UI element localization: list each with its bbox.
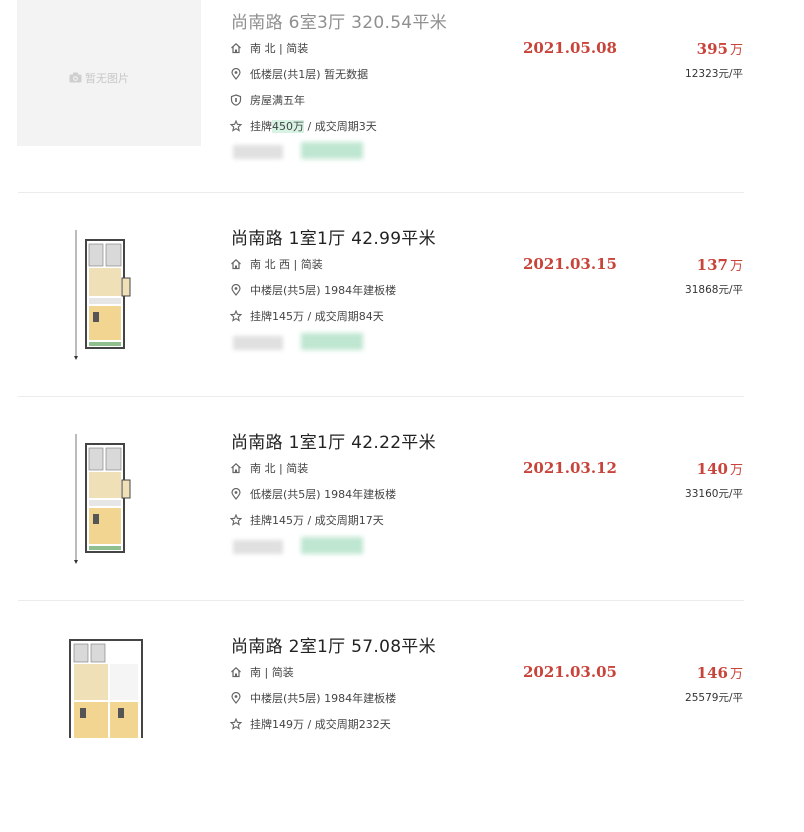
floor-text: 中楼层(共5层) 1984年建板楼 — [250, 692, 397, 705]
orientation-row: 南 北 西 | 简装 — [230, 256, 323, 272]
orientation-row: 南 北 | 简装 — [230, 40, 308, 56]
deal-cycle-text: / 成交周期84天 — [304, 310, 384, 323]
deal-cycle-text: / 成交周期232天 — [304, 718, 391, 731]
orientation-text: 南 北 | 简装 — [250, 42, 309, 55]
star-icon — [230, 310, 242, 322]
floor-row: 中楼层(共5层) 1984年建板楼 — [230, 282, 396, 298]
unit-price: 25579元/平 — [685, 692, 743, 704]
blurred-contact-button[interactable] — [301, 537, 363, 554]
total-price-value: 146 — [696, 664, 728, 682]
total-price-unit: 万 — [729, 463, 743, 478]
listing-title[interactable]: 尚南路 1室1厅 42.22平米 — [231, 428, 436, 453]
floor-row: 低楼层(共1层) 暂无数据 — [230, 66, 368, 82]
listing-title[interactable]: 尚南路 2室1厅 57.08平米 — [231, 632, 436, 657]
total-price-unit: 万 — [729, 667, 743, 682]
total-price-unit: 万 — [729, 259, 743, 274]
tag-text: 房屋满五年 — [250, 94, 305, 107]
floor-plan-image[interactable] — [62, 634, 154, 738]
unit-price: 33160元/平 — [685, 488, 743, 500]
listing-item[interactable]: 尚南路 1室1厅 42.99平米 南 北 西 | 简装 中楼层(共5层) 198… — [0, 220, 804, 424]
orientation-row: 南 | 简装 — [230, 664, 294, 680]
listing-price-row: 挂牌149万 / 成交周期232天 — [230, 716, 391, 732]
orientation-row: 南 北 | 简装 — [230, 460, 308, 476]
home-icon — [231, 258, 241, 270]
unit-price: 12323元/平 — [685, 68, 743, 80]
blurred-agent-info — [233, 145, 283, 159]
orientation-text: 南 北 西 | 简装 — [250, 258, 323, 271]
floor-text: 低楼层(共5层) 1984年建板楼 — [250, 488, 397, 501]
blurred-agent-info — [233, 540, 283, 554]
orientation-text: 南 | 简装 — [250, 666, 294, 679]
floor-plan-image[interactable] — [70, 430, 136, 566]
listing-price-label: 挂牌145万 — [250, 514, 304, 527]
listing-divider — [18, 192, 744, 193]
blurred-contact-button[interactable] — [301, 142, 363, 159]
star-icon — [230, 718, 242, 730]
total-price: 395 万 — [697, 39, 743, 58]
listing-title[interactable]: 尚南路 1室1厅 42.99平米 — [231, 224, 436, 249]
listing-item[interactable]: 尚南路 1室1厅 42.22平米 南 北 | 简装 低楼层(共5层) 1984年… — [0, 424, 804, 628]
home-icon — [231, 462, 241, 474]
total-price-value: 395 — [696, 40, 728, 58]
orientation-text: 南 北 | 简装 — [250, 462, 309, 475]
deal-cycle-text: / 成交周期17天 — [304, 514, 384, 527]
deal-cycle-text: / 成交周期3天 — [304, 120, 377, 133]
no-image-text: 暂无图片 — [85, 72, 129, 85]
listing-item[interactable]: 暂无图片 尚南路 6室3厅 320.54平米 南 北 | 简装 低楼层(共1层)… — [0, 0, 804, 204]
total-price-unit: 万 — [729, 43, 743, 58]
floor-row: 中楼层(共5层) 1984年建板楼 — [230, 690, 396, 706]
unit-price: 31868元/平 — [685, 284, 743, 296]
floor-text: 低楼层(共1层) 暂无数据 — [250, 68, 369, 81]
total-price: 146 万 — [697, 663, 743, 682]
location-pin-icon — [231, 68, 241, 80]
listing-price-highlight: 450万 — [272, 120, 304, 133]
star-icon — [230, 120, 242, 132]
listing-price-label: 挂牌145万 — [250, 310, 304, 323]
listing-divider — [18, 396, 744, 397]
deal-date: 2021.05.08 — [523, 39, 617, 57]
star-icon — [230, 514, 242, 526]
deal-date: 2021.03.05 — [523, 663, 617, 681]
blurred-contact-button[interactable] — [301, 333, 363, 350]
floor-plan-image[interactable] — [70, 226, 136, 362]
no-image-placeholder[interactable]: 暂无图片 — [17, 0, 201, 146]
listing-item[interactable]: 尚南路 2室1厅 57.08平米 南 | 简装 中楼层(共5层) 1984年建板… — [0, 628, 804, 832]
listing-price-label: 挂牌 — [250, 120, 272, 133]
deal-date: 2021.03.15 — [523, 255, 617, 273]
total-price: 137 万 — [697, 255, 743, 274]
listing-price-label: 挂牌149万 — [250, 718, 304, 731]
deal-date: 2021.03.12 — [523, 459, 617, 477]
total-price-value: 137 — [696, 256, 728, 274]
listing-price-row: 挂牌450万 / 成交周期3天 — [230, 118, 377, 134]
floor-text: 中楼层(共5层) 1984年建板楼 — [250, 284, 397, 297]
listing-price-row: 挂牌145万 / 成交周期17天 — [230, 512, 384, 528]
total-price-value: 140 — [696, 460, 728, 478]
listing-price-row: 挂牌145万 / 成交周期84天 — [230, 308, 384, 324]
location-pin-icon — [231, 284, 241, 296]
home-icon — [231, 42, 241, 54]
listing-title[interactable]: 尚南路 6室3厅 320.54平米 — [231, 8, 447, 33]
floor-row: 低楼层(共5层) 1984年建板楼 — [230, 486, 396, 502]
listing-divider — [18, 600, 744, 601]
total-price: 140 万 — [697, 459, 743, 478]
blurred-agent-info — [233, 336, 283, 350]
location-pin-icon — [231, 488, 241, 500]
tag-row: 房屋满五年 — [230, 92, 305, 108]
home-icon — [231, 666, 241, 678]
location-pin-icon — [231, 692, 241, 704]
camera-icon — [69, 72, 82, 83]
shield-icon — [230, 94, 242, 106]
no-image-label: 暂无图片 — [69, 70, 129, 86]
